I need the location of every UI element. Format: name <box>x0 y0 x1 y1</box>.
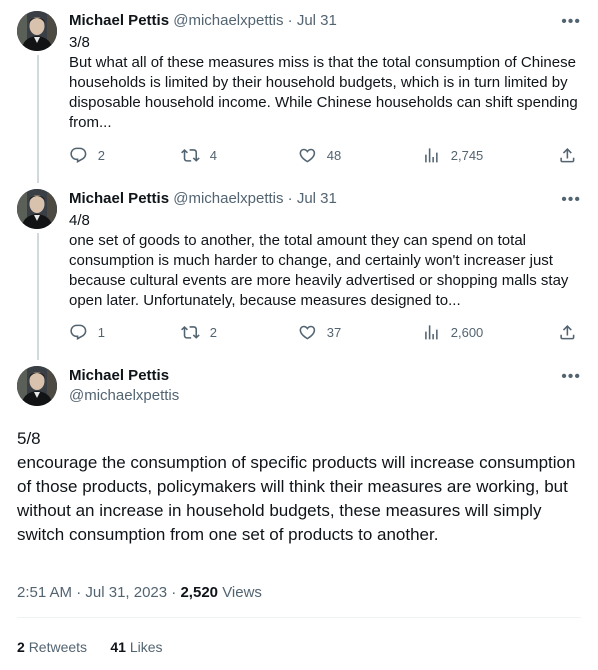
share-icon <box>560 325 575 340</box>
author-handle[interactable]: @michaelxpettis <box>173 190 283 207</box>
reply-count: 1 <box>97 324 105 340</box>
more-options-icon[interactable]: ••• <box>561 14 581 30</box>
author-name[interactable]: Michael Pettis <box>69 190 169 207</box>
reply-count: 2 <box>97 147 105 163</box>
reply-icon <box>70 147 87 163</box>
thread-number: 5/8 <box>17 429 41 448</box>
more-options-icon[interactable]: ••• <box>561 369 581 385</box>
heart-icon <box>299 148 316 163</box>
tweet-date[interactable]: Jul 31 <box>297 12 337 29</box>
views-bar-chart-icon <box>425 325 438 340</box>
reply-button[interactable]: 1 <box>69 323 105 342</box>
thread-number: 3/8 <box>69 34 90 51</box>
likes-count: 41 <box>110 639 126 655</box>
tweet-date[interactable]: Jul 31, 2023 <box>85 584 167 601</box>
tweet-body: encourage the consumption of specific pr… <box>17 453 576 544</box>
share-button[interactable] <box>558 146 577 165</box>
author-handle[interactable]: @michaelxpettis <box>69 386 179 406</box>
views-count: 2,520 <box>180 584 219 601</box>
like-button[interactable]: 37 <box>298 323 341 342</box>
reply-button[interactable]: 2 <box>69 146 105 165</box>
tweet-actions: 2 4 48 2,745 <box>69 146 580 166</box>
author-name[interactable]: Michael Pettis <box>69 12 169 29</box>
author-row: Michael Pettis @michaelxpettis · Jul 31 <box>69 11 337 31</box>
tweet-text: 3/8 But what all of these measures miss … <box>69 33 580 133</box>
tweet-body: one set of goods to another, the total a… <box>69 232 569 309</box>
avatar[interactable] <box>17 11 57 51</box>
tweet-text: 5/8 encourage the consumption of specifi… <box>17 427 580 547</box>
author-handle[interactable]: @michaelxpettis <box>173 12 283 29</box>
reply-icon <box>70 324 87 340</box>
separator-dot: · <box>287 190 293 207</box>
retweet-button[interactable]: 4 <box>181 146 217 165</box>
thread-connector-line <box>37 55 39 183</box>
engagement-stats: 2 Retweets 41 Likes <box>17 637 163 657</box>
tweet-body: But what all of these measures miss is t… <box>69 54 578 131</box>
divider <box>17 617 581 618</box>
retweets-count: 2 <box>17 639 25 655</box>
separator-dot: · <box>76 584 82 601</box>
separator-dot: · <box>171 584 177 601</box>
views-button[interactable]: 2,600 <box>422 323 483 342</box>
retweet-icon <box>181 326 200 339</box>
retweet-count: 2 <box>209 324 217 340</box>
view-count: 2,600 <box>450 324 484 340</box>
retweet-count: 4 <box>209 147 217 163</box>
likes-label: Likes <box>129 639 163 655</box>
tweet-meta: 2:51 AM · Jul 31, 2023 · 2,520 Views <box>17 583 262 603</box>
views-label: Views <box>222 584 262 601</box>
retweets-stat[interactable]: 2 Retweets <box>17 639 87 655</box>
view-count: 2,745 <box>450 147 484 163</box>
share-button[interactable] <box>558 323 577 342</box>
heart-icon <box>299 325 316 340</box>
like-count: 37 <box>326 324 342 340</box>
author-row: Michael Pettis @michaelxpettis · Jul 31 <box>69 189 337 209</box>
tweet-date[interactable]: Jul 31 <box>297 190 337 207</box>
retweet-icon <box>181 149 200 162</box>
thread-connector-line <box>37 233 39 360</box>
likes-stat[interactable]: 41 Likes <box>110 639 162 655</box>
retweet-button[interactable]: 2 <box>181 323 217 342</box>
avatar[interactable] <box>17 189 57 229</box>
more-options-icon[interactable]: ••• <box>561 192 581 208</box>
views-bar-chart-icon <box>425 148 438 163</box>
thread-number: 4/8 <box>69 212 90 229</box>
tweet-text: 4/8 one set of goods to another, the tot… <box>69 211 580 311</box>
tweet-time[interactable]: 2:51 AM <box>17 584 72 601</box>
like-count: 48 <box>326 147 342 163</box>
retweets-label: Retweets <box>28 639 88 655</box>
views-button[interactable]: 2,745 <box>422 146 483 165</box>
tweet-actions: 1 2 37 2,600 <box>69 323 580 343</box>
author-name[interactable]: Michael Pettis <box>69 366 169 386</box>
avatar[interactable] <box>17 366 57 406</box>
share-icon <box>560 148 575 163</box>
separator-dot: · <box>287 12 293 29</box>
like-button[interactable]: 48 <box>298 146 341 165</box>
